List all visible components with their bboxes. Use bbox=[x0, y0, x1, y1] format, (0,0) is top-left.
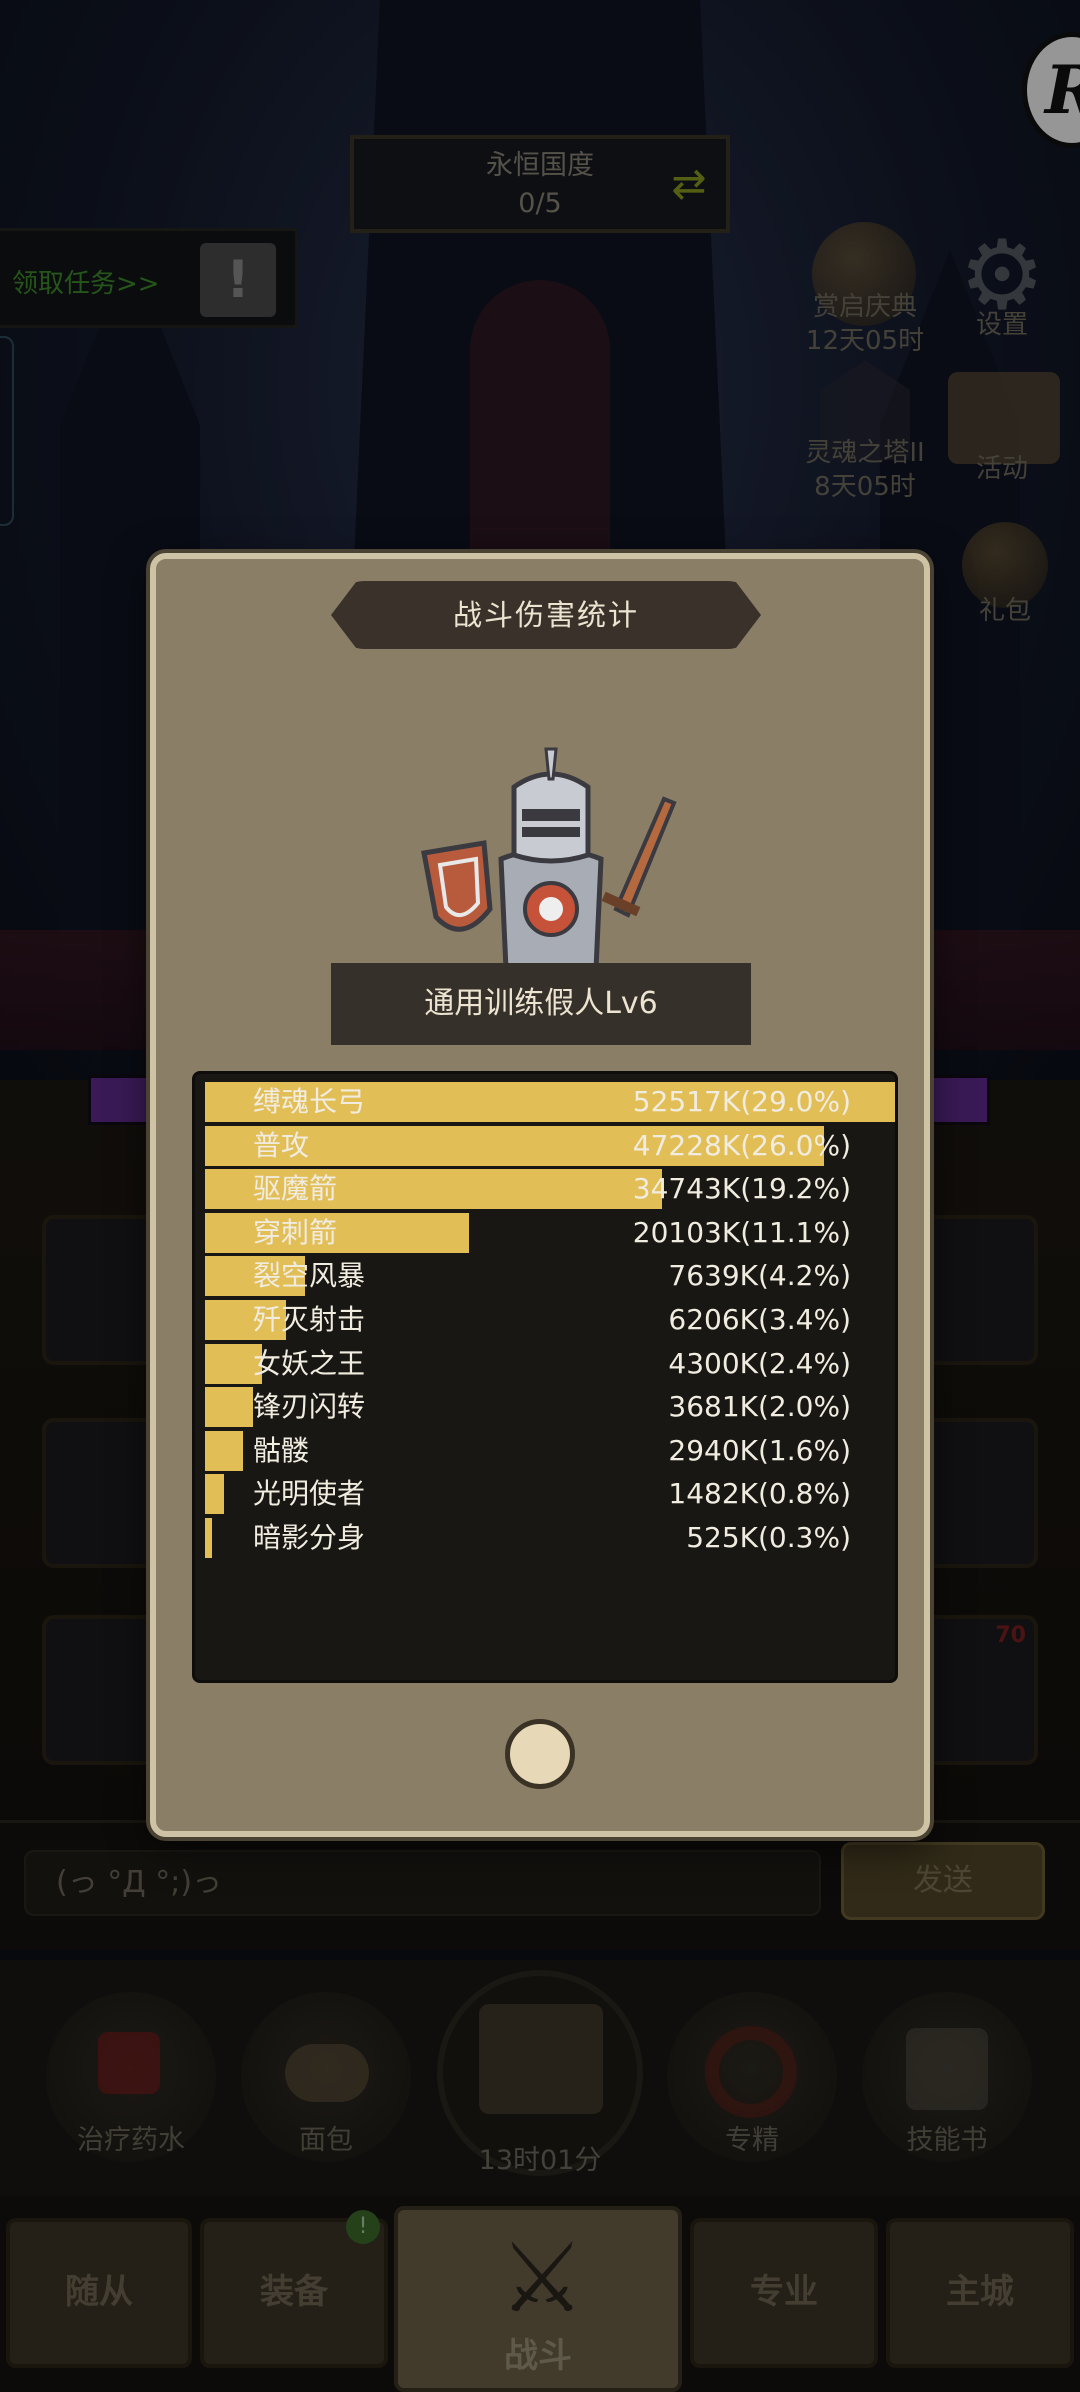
skill-name: 暗影分身 bbox=[253, 1521, 366, 1554]
damage-bar bbox=[205, 1387, 253, 1427]
damage-value: 1482K(0.8%) bbox=[668, 1477, 851, 1510]
modal-title: 战斗伤害统计 bbox=[331, 581, 761, 649]
skill-name: 普攻 bbox=[253, 1129, 310, 1162]
damage-row: 歼灭射击 6206K(3.4%) bbox=[205, 1300, 895, 1340]
skill-name: 驱魔箭 bbox=[253, 1172, 338, 1205]
damage-row: 女妖之王 4300K(2.4%) bbox=[205, 1344, 895, 1384]
damage-list[interactable]: 缚魂长弓 52517K(29.0%) 普攻 47228K(26.0%) 驱魔箭 34743… bbox=[192, 1071, 898, 1683]
skill-name: 裂空风暴 bbox=[253, 1259, 366, 1292]
damage-value: 7639K(4.2%) bbox=[668, 1259, 851, 1292]
skill-name: 骷髅 bbox=[253, 1434, 310, 1467]
target-name: 通用训练假人Lv6 bbox=[331, 963, 751, 1045]
damage-value: 34743K(19.2%) bbox=[632, 1172, 851, 1205]
damage-value: 3681K(2.0%) bbox=[668, 1390, 851, 1423]
damage-row: 缚魂长弓 52517K(29.0%) bbox=[205, 1082, 895, 1122]
damage-bar bbox=[205, 1431, 243, 1471]
skill-name: 锋刃闪转 bbox=[253, 1390, 366, 1423]
skill-name: 歼灭射击 bbox=[253, 1303, 366, 1336]
damage-value: 6206K(3.4%) bbox=[668, 1303, 851, 1336]
damage-row: 穿刺箭 20103K(11.1%) bbox=[205, 1213, 895, 1253]
damage-row: 裂空风暴 7639K(4.2%) bbox=[205, 1256, 895, 1296]
skill-name: 女妖之王 bbox=[253, 1347, 366, 1380]
damage-value: 20103K(11.1%) bbox=[632, 1216, 851, 1249]
damage-row: 暗影分身 525K(0.3%) bbox=[205, 1518, 895, 1558]
damage-bar bbox=[205, 1518, 212, 1558]
skill-name: 光明使者 bbox=[253, 1477, 366, 1510]
skill-name: 缚魂长弓 bbox=[253, 1085, 366, 1118]
damage-value: 47228K(26.0%) bbox=[632, 1129, 851, 1162]
damage-row: 光明使者 1482K(0.8%) bbox=[205, 1474, 895, 1514]
damage-row: 骷髅 2940K(1.6%) bbox=[205, 1431, 895, 1471]
damage-stats-modal: 战斗伤害统计 通用训练假人Lv6 缚魂长弓 52517K(29.0%) 普攻 4722… bbox=[150, 553, 930, 1837]
damage-row: 驱魔箭 34743K(19.2%) bbox=[205, 1169, 895, 1209]
damage-bar bbox=[205, 1474, 224, 1514]
damage-value: 52517K(29.0%) bbox=[632, 1085, 851, 1118]
skill-name: 穿刺箭 bbox=[253, 1216, 338, 1249]
damage-row: 普攻 47228K(26.0%) bbox=[205, 1126, 895, 1166]
damage-value: 4300K(2.4%) bbox=[668, 1347, 851, 1380]
close-button[interactable] bbox=[505, 1719, 575, 1789]
damage-value: 525K(0.3%) bbox=[686, 1521, 851, 1554]
damage-value: 2940K(1.6%) bbox=[668, 1434, 851, 1467]
damage-row: 锋刃闪转 3681K(2.0%) bbox=[205, 1387, 895, 1427]
